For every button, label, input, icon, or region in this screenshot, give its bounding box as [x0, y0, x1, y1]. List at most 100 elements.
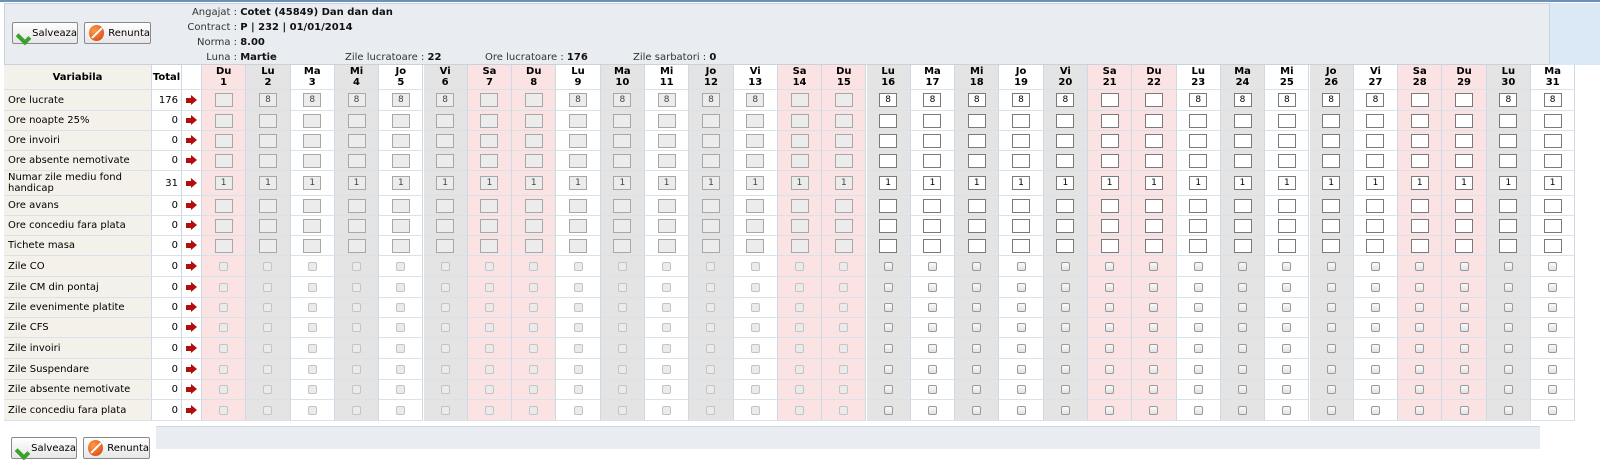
day-value-input[interactable] [1322, 238, 1341, 253]
day-checkbox[interactable] [1503, 261, 1513, 271]
day-value-input[interactable] [1410, 153, 1429, 168]
day-checkbox[interactable] [1105, 282, 1115, 292]
day-value-input[interactable] [1012, 133, 1031, 148]
day-checkbox[interactable] [1238, 303, 1248, 312]
day-checkbox[interactable] [1503, 323, 1513, 332]
day-value-input[interactable] [1100, 133, 1119, 148]
day-checkbox[interactable] [927, 385, 937, 394]
day-checkbox[interactable] [883, 323, 893, 332]
day-checkbox[interactable] [1060, 282, 1070, 292]
day-checkbox[interactable] [1503, 303, 1513, 312]
day-checkbox[interactable] [1503, 385, 1513, 394]
day-value-input[interactable] [923, 238, 942, 253]
day-checkbox[interactable] [1105, 261, 1115, 271]
day-value-input[interactable] [1100, 113, 1119, 128]
day-value-input[interactable]: 8 [1499, 93, 1518, 107]
fill-row-button[interactable] [182, 111, 202, 131]
day-value-input[interactable]: 1 [967, 176, 986, 190]
day-value-input[interactable]: 1 [1144, 176, 1163, 190]
day-checkbox[interactable] [927, 323, 937, 332]
day-value-input[interactable] [879, 218, 898, 233]
day-value-input[interactable]: 1 [1455, 176, 1474, 190]
day-value-input[interactable] [1499, 113, 1518, 128]
day-checkbox[interactable] [1282, 323, 1292, 332]
day-value-input[interactable] [1322, 133, 1341, 148]
day-checkbox[interactable] [1282, 364, 1292, 374]
day-checkbox[interactable] [1370, 364, 1380, 374]
day-checkbox[interactable] [1016, 261, 1026, 271]
day-value-input[interactable] [1100, 238, 1119, 253]
day-checkbox[interactable] [1149, 405, 1159, 415]
day-value-input[interactable] [1144, 93, 1163, 107]
day-checkbox[interactable] [1105, 343, 1115, 353]
day-value-input[interactable] [1322, 153, 1341, 168]
day-value-input[interactable] [1012, 198, 1031, 213]
day-value-input[interactable] [1056, 218, 1075, 233]
day-value-input[interactable] [1410, 218, 1429, 233]
day-checkbox[interactable] [1548, 303, 1558, 312]
day-value-input[interactable]: 8 [967, 93, 986, 107]
day-checkbox[interactable] [1016, 282, 1026, 292]
fill-row-button[interactable] [182, 90, 202, 111]
day-value-input[interactable] [923, 218, 942, 233]
day-value-input[interactable] [1277, 113, 1296, 128]
day-checkbox[interactable] [972, 282, 982, 292]
day-checkbox[interactable] [1016, 323, 1026, 332]
day-checkbox[interactable] [1326, 385, 1336, 394]
day-value-input[interactable] [1100, 153, 1119, 168]
day-value-input[interactable] [1499, 133, 1518, 148]
day-value-input[interactable]: 8 [923, 93, 942, 107]
day-checkbox[interactable] [1193, 405, 1203, 415]
day-value-input[interactable]: 1 [1410, 176, 1429, 190]
day-value-input[interactable]: 8 [1543, 93, 1562, 107]
day-checkbox[interactable] [1060, 303, 1070, 312]
day-checkbox[interactable] [1238, 323, 1248, 332]
day-value-input[interactable] [1144, 113, 1163, 128]
day-value-input[interactable] [1189, 113, 1208, 128]
day-value-input[interactable] [1366, 113, 1385, 128]
fill-row-button[interactable] [182, 236, 202, 256]
day-checkbox[interactable] [1548, 364, 1558, 374]
day-checkbox[interactable] [1060, 405, 1070, 415]
day-checkbox[interactable] [927, 405, 937, 415]
day-checkbox[interactable] [1193, 261, 1203, 271]
day-checkbox[interactable] [883, 385, 893, 394]
day-checkbox[interactable] [1149, 343, 1159, 353]
day-value-input[interactable] [1410, 198, 1429, 213]
day-checkbox[interactable] [1459, 385, 1469, 394]
fill-row-button[interactable] [182, 196, 202, 216]
day-value-input[interactable] [1322, 113, 1341, 128]
day-checkbox[interactable] [1370, 343, 1380, 353]
day-checkbox[interactable] [927, 364, 937, 374]
day-checkbox[interactable] [883, 303, 893, 312]
day-checkbox[interactable] [1016, 303, 1026, 312]
day-value-input[interactable] [1410, 113, 1429, 128]
day-checkbox[interactable] [1282, 343, 1292, 353]
day-checkbox[interactable] [1415, 303, 1425, 312]
day-checkbox[interactable] [1415, 385, 1425, 394]
day-checkbox[interactable] [1548, 405, 1558, 415]
day-checkbox[interactable] [1282, 303, 1292, 312]
day-value-input[interactable] [967, 198, 986, 213]
day-checkbox[interactable] [1016, 405, 1026, 415]
day-checkbox[interactable] [1149, 261, 1159, 271]
day-value-input[interactable] [1144, 133, 1163, 148]
day-checkbox[interactable] [1193, 323, 1203, 332]
day-value-input[interactable] [1543, 238, 1562, 253]
fill-row-button[interactable] [182, 400, 202, 421]
day-checkbox[interactable] [1282, 405, 1292, 415]
day-value-input[interactable] [1233, 238, 1252, 253]
day-value-input[interactable] [1455, 238, 1474, 253]
day-value-input[interactable] [967, 133, 986, 148]
day-value-input[interactable]: 1 [1322, 176, 1341, 190]
day-checkbox[interactable] [883, 282, 893, 292]
save-button-bottom[interactable]: Salveaza [11, 437, 77, 459]
day-value-input[interactable]: 8 [1366, 93, 1385, 107]
day-value-input[interactable] [1410, 133, 1429, 148]
day-value-input[interactable] [1233, 133, 1252, 148]
day-checkbox[interactable] [1415, 261, 1425, 271]
day-checkbox[interactable] [1238, 405, 1248, 415]
day-value-input[interactable] [1233, 153, 1252, 168]
day-checkbox[interactable] [883, 261, 893, 271]
day-value-input[interactable]: 8 [1056, 93, 1075, 107]
